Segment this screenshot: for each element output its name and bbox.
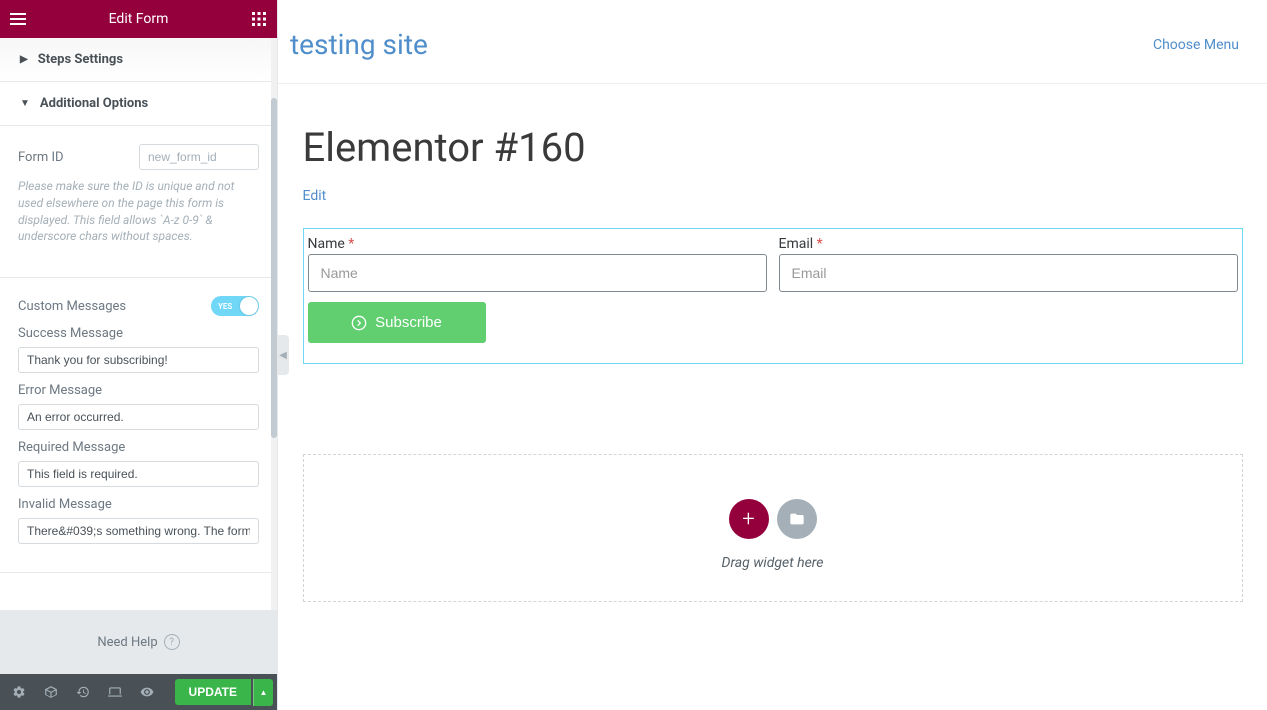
site-header: testing site Choose Menu xyxy=(278,0,1267,84)
form-widget[interactable]: Name * Email * Subscribe xyxy=(303,228,1243,364)
need-help-bar[interactable]: Need Help ? xyxy=(0,610,277,674)
section-steps-settings[interactable]: ▶ Steps Settings xyxy=(0,38,277,82)
menu-icon[interactable] xyxy=(8,9,28,29)
section-additional-options: ▼ Additional Options Form ID Please make… xyxy=(0,82,277,573)
email-field: Email * xyxy=(779,233,1238,292)
caret-down-icon: ▼ xyxy=(20,98,30,109)
sidebar-header: Edit Form xyxy=(0,0,277,38)
sidebar-footer: UPDATE ▲ xyxy=(0,674,277,710)
section-label: Steps Settings xyxy=(38,52,123,67)
name-field: Name * xyxy=(308,233,767,292)
update-button[interactable]: UPDATE xyxy=(175,679,251,705)
folder-icon xyxy=(789,511,805,527)
templates-button[interactable] xyxy=(777,499,817,539)
site-title[interactable]: testing site xyxy=(290,28,428,61)
drop-zone-hint: Drag widget here xyxy=(304,555,1242,571)
help-icon: ? xyxy=(164,634,180,650)
email-input[interactable] xyxy=(779,254,1238,292)
edit-link[interactable]: Edit xyxy=(303,188,327,204)
editor-sidebar: Edit Form ▶ Steps Settings ▼ Additional … xyxy=(0,0,278,710)
email-label: Email * xyxy=(779,236,823,252)
add-section-button[interactable]: + xyxy=(729,499,769,539)
form-id-hint: Please make sure the ID is unique and no… xyxy=(18,178,259,245)
section-label: Additional Options xyxy=(40,96,148,111)
custom-messages-label: Custom Messages xyxy=(18,299,126,314)
subscribe-button[interactable]: Subscribe xyxy=(308,302,486,343)
form-id-label: Form ID xyxy=(18,150,64,165)
form-id-input[interactable] xyxy=(139,144,259,170)
caret-right-icon: ▶ xyxy=(20,54,28,65)
section-toggle[interactable]: ▼ Additional Options xyxy=(0,82,277,125)
need-help-label: Need Help xyxy=(97,635,157,650)
invalid-message-input[interactable] xyxy=(18,518,259,544)
custom-messages-toggle[interactable]: YES xyxy=(211,296,259,316)
success-message-label: Success Message xyxy=(18,326,259,341)
drop-zone[interactable]: + Drag widget here xyxy=(303,454,1243,602)
responsive-icon[interactable] xyxy=(100,677,130,707)
widgets-icon[interactable] xyxy=(249,9,269,29)
update-options-button[interactable]: ▲ xyxy=(253,679,273,706)
name-label: Name * xyxy=(308,236,355,252)
history-icon[interactable] xyxy=(68,677,98,707)
success-message-input[interactable] xyxy=(18,347,259,373)
invalid-message-label: Invalid Message xyxy=(18,497,259,512)
sidebar-title: Edit Form xyxy=(109,11,169,27)
error-message-input[interactable] xyxy=(18,404,259,430)
toggle-on-label: YES xyxy=(218,302,232,311)
scrollbar-thumb[interactable] xyxy=(271,98,277,438)
navigator-icon[interactable] xyxy=(36,677,66,707)
name-input[interactable] xyxy=(308,254,767,292)
settings-icon[interactable] xyxy=(4,677,34,707)
error-message-label: Error Message xyxy=(18,383,259,398)
page-title: Elementor #160 xyxy=(303,124,1243,171)
preview-area: testing site Choose Menu Elementor #160 … xyxy=(278,0,1267,710)
sidebar-collapse-handle[interactable]: ◀ xyxy=(277,335,289,375)
arrow-circle-icon xyxy=(351,315,367,331)
required-message-label: Required Message xyxy=(18,440,259,455)
choose-menu-link[interactable]: Choose Menu xyxy=(1153,37,1239,53)
preview-icon[interactable] xyxy=(132,677,162,707)
sidebar-body: ▶ Steps Settings ▼ Additional Options Fo… xyxy=(0,38,277,610)
required-message-input[interactable] xyxy=(18,461,259,487)
